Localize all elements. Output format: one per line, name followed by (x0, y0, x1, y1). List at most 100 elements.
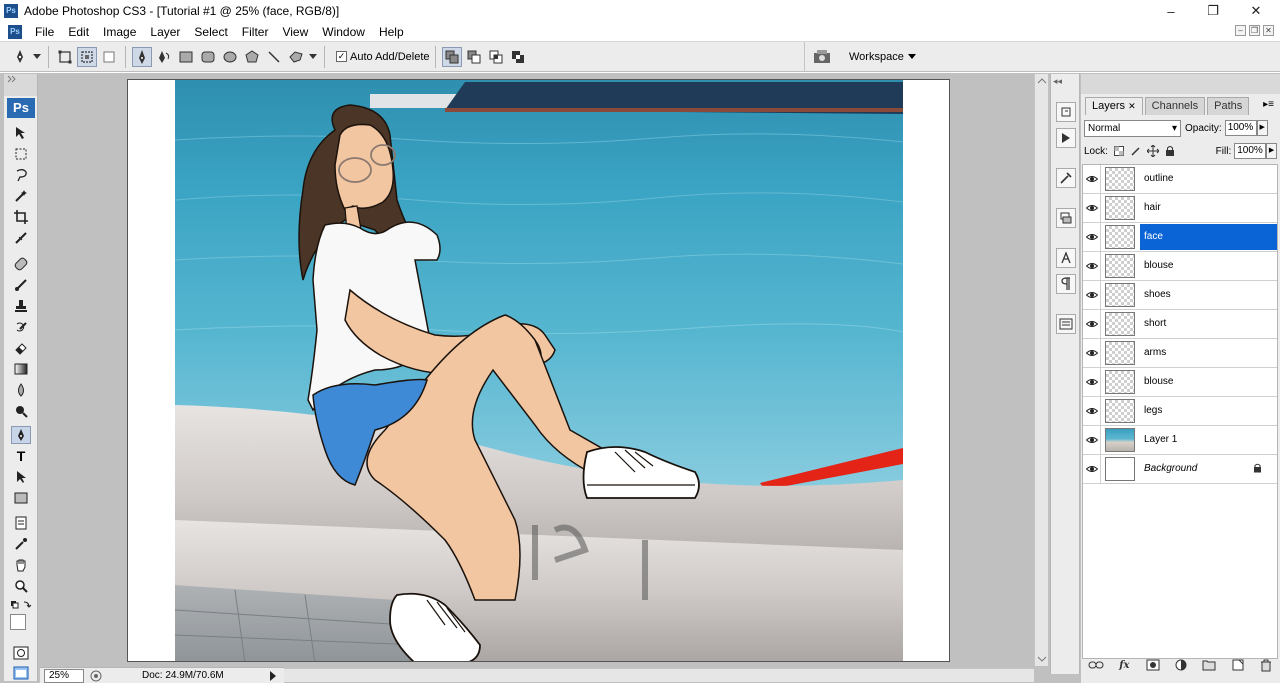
doc-close-button[interactable]: ✕ (1263, 25, 1274, 36)
scroll-up-arrow-icon[interactable] (1036, 76, 1048, 86)
menu-edit[interactable]: Edit (61, 22, 96, 42)
menu-help[interactable]: Help (372, 22, 411, 42)
layer-name[interactable]: legs (1140, 398, 1277, 424)
tab-close-icon[interactable]: ✕ (1128, 101, 1136, 111)
document-app-icon[interactable]: Ps (8, 24, 22, 39)
magic-wand-icon[interactable] (11, 187, 31, 205)
layer-thumbnail[interactable] (1105, 399, 1135, 423)
history-panel-icon[interactable] (1056, 102, 1076, 122)
visibility-eye-icon[interactable] (1083, 281, 1101, 309)
visibility-eye-icon[interactable] (1083, 223, 1101, 251)
layer-row[interactable]: Background (1083, 455, 1277, 484)
intersect-path-icon[interactable] (486, 47, 506, 67)
layer-row[interactable]: blouse (1083, 368, 1277, 397)
type-tool-icon[interactable]: T (11, 447, 31, 465)
layer-row[interactable]: legs (1083, 397, 1277, 426)
document-canvas[interactable] (127, 79, 950, 662)
paths-mode-icon[interactable] (77, 46, 97, 67)
canvas-artwork[interactable] (175, 80, 903, 662)
link-layers-icon[interactable] (1087, 657, 1105, 673)
zoom-tool-icon[interactable] (11, 577, 31, 595)
layer-name[interactable]: blouse (1140, 253, 1277, 279)
layer-mask-icon[interactable] (1144, 657, 1162, 673)
exclude-path-icon[interactable] (508, 47, 528, 67)
lock-all-icon[interactable] (1164, 145, 1176, 157)
screen-mode-icon[interactable] (11, 664, 31, 682)
lasso-tool-icon[interactable] (11, 166, 31, 184)
doc-minimize-button[interactable]: – (1235, 25, 1246, 36)
photoshop-badge[interactable]: Ps (7, 98, 35, 118)
visibility-eye-icon[interactable] (1083, 455, 1101, 483)
swap-colors-icon[interactable] (9, 596, 33, 614)
eyedropper-tool-icon[interactable] (11, 535, 31, 553)
path-selection-icon[interactable] (11, 468, 31, 486)
layer-style-icon[interactable]: fx (1115, 657, 1133, 673)
workspace-button[interactable]: Workspace (849, 51, 916, 63)
history-brush-icon[interactable] (11, 318, 31, 336)
blend-mode-select[interactable]: Normal (1084, 119, 1181, 137)
layer-thumbnail[interactable] (1105, 283, 1135, 307)
pen-tool-preset-icon[interactable] (10, 47, 30, 67)
info-panel-icon[interactable] (1056, 314, 1076, 334)
layer-row[interactable]: outline (1083, 165, 1277, 194)
lock-pixels-icon[interactable] (1130, 145, 1142, 157)
layer-name[interactable]: shoes (1140, 282, 1277, 308)
layer-thumbnail[interactable] (1105, 312, 1135, 336)
layer-name[interactable]: short (1140, 311, 1277, 337)
layer-thumbnail[interactable] (1105, 370, 1135, 394)
visibility-eye-icon[interactable] (1083, 252, 1101, 280)
layer-name[interactable]: arms (1140, 340, 1277, 366)
lock-position-icon[interactable] (1146, 145, 1159, 157)
visibility-eye-icon[interactable] (1083, 397, 1101, 425)
layer-row[interactable]: short (1083, 310, 1277, 339)
layer-name[interactable]: hair (1140, 195, 1277, 221)
visibility-eye-icon[interactable] (1083, 339, 1101, 367)
layer-row[interactable]: face (1083, 223, 1277, 252)
layer-name[interactable]: blouse (1140, 369, 1277, 395)
layer-row[interactable]: shoes (1083, 281, 1277, 310)
restore-button[interactable]: ❐ (1192, 0, 1234, 22)
checkbox-check-icon[interactable]: ✓ (336, 51, 347, 62)
subtract-from-path-icon[interactable] (464, 47, 484, 67)
layer-row[interactable]: Layer 1 (1083, 426, 1277, 455)
close-button[interactable]: ✕ (1235, 0, 1277, 22)
visibility-eye-icon[interactable] (1083, 310, 1101, 338)
color-swatches[interactable] (10, 614, 34, 638)
toolbox-header[interactable] (4, 74, 37, 96)
quick-mask-icon[interactable] (11, 644, 31, 662)
tool-presets-icon[interactable] (1056, 168, 1076, 188)
layer-thumbnail[interactable] (1105, 341, 1135, 365)
layer-name[interactable]: Layer 1 (1140, 427, 1277, 453)
visibility-eye-icon[interactable] (1083, 426, 1101, 454)
opacity-slider-arrow-icon[interactable]: ▶ (1256, 120, 1268, 136)
collapse-arrows-icon[interactable] (7, 75, 17, 83)
dock-collapse-icon[interactable]: ◂◂ (1053, 76, 1062, 87)
opacity-input[interactable]: 100% (1224, 120, 1257, 136)
preset-dropdown-icon[interactable] (32, 47, 42, 67)
brush-tool-icon[interactable] (11, 276, 31, 294)
panel-menu-icon[interactable]: ▸≡ (1263, 99, 1274, 110)
fill-input[interactable]: 100% (1234, 143, 1267, 159)
lock-transparency-icon[interactable] (1113, 145, 1125, 157)
custom-shape-dropdown-icon[interactable] (308, 47, 318, 67)
move-tool-icon[interactable] (11, 124, 31, 142)
layer-thumbnail[interactable] (1105, 457, 1135, 481)
tab-paths[interactable]: Paths (1207, 97, 1250, 115)
auto-add-delete-checkbox[interactable]: ✓ Auto Add/Delete (336, 51, 430, 63)
blur-tool-icon[interactable] (11, 381, 31, 399)
shape-tool-icon[interactable] (11, 489, 31, 507)
doc-restore-button[interactable]: ❐ (1249, 25, 1260, 36)
visibility-eye-icon[interactable] (1083, 368, 1101, 396)
delete-layer-icon[interactable] (1257, 657, 1275, 673)
layer-thumbnail[interactable] (1105, 225, 1135, 249)
notes-tool-icon[interactable] (11, 514, 31, 532)
status-menu-arrow-icon[interactable] (268, 670, 278, 682)
visibility-eye-icon[interactable] (1083, 165, 1101, 193)
foreground-color-swatch[interactable] (10, 614, 26, 630)
fill-slider-arrow-icon[interactable]: ▶ (1266, 143, 1277, 159)
layer-thumbnail[interactable] (1105, 254, 1135, 278)
layer-thumbnail[interactable] (1105, 428, 1135, 452)
menu-file[interactable]: File (28, 22, 61, 42)
adjustment-layer-icon[interactable] (1172, 657, 1190, 673)
new-layer-icon[interactable] (1229, 657, 1247, 673)
